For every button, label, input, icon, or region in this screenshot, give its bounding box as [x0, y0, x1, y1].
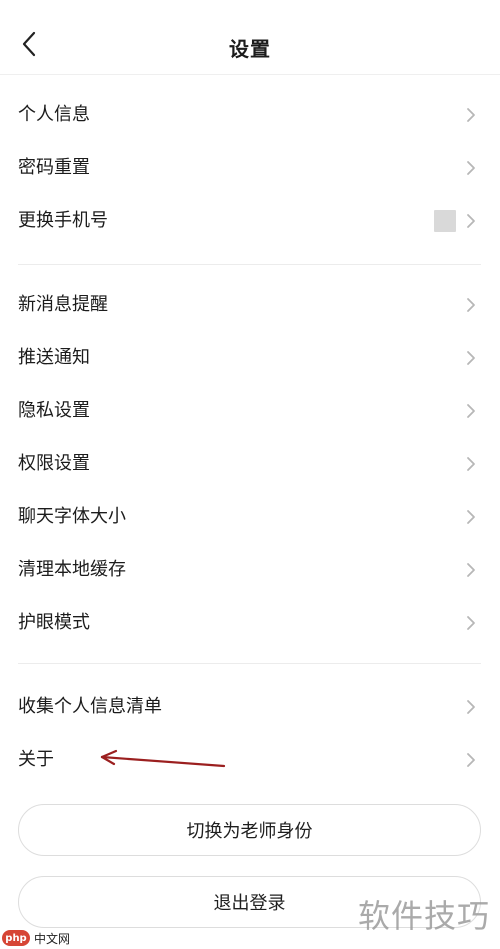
settings-item-label: 更换手机号 [18, 209, 108, 231]
settings-item-label: 推送通知 [18, 346, 90, 368]
php-logo: php [2, 930, 30, 946]
settings-item-privacy[interactable]: 隐私设置 [0, 384, 500, 437]
chevron-right-icon [466, 350, 476, 366]
settings-item-new-message-alert[interactable]: 新消息提醒 [0, 278, 500, 331]
settings-item-password-reset[interactable]: 密码重置 [0, 141, 500, 194]
switch-role-button[interactable]: 切换为老师身份 [18, 804, 481, 856]
settings-item-label: 收集个人信息清单 [18, 695, 162, 717]
chevron-right-icon [466, 509, 476, 525]
placeholder-square [434, 209, 456, 232]
settings-item-label: 关于 [18, 748, 54, 770]
settings-item-label: 护眼模式 [18, 611, 90, 633]
chevron-right-icon [466, 562, 476, 578]
chevron-right-icon [466, 699, 476, 715]
account-settings-section: 个人信息 密码重置 更换手机号 [0, 88, 500, 247]
settings-item-change-phone[interactable]: 更换手机号 [0, 194, 500, 247]
chevron-right-icon [466, 297, 476, 313]
about-section: 收集个人信息清单 关于 [0, 680, 500, 786]
watermark-text: 软件技巧 [357, 897, 490, 935]
chevron-right-icon [466, 752, 476, 768]
chevron-right-icon [466, 615, 476, 631]
settings-item-label: 隐私设置 [18, 399, 90, 421]
settings-item-label: 清理本地缓存 [18, 558, 126, 580]
settings-item-label: 聊天字体大小 [18, 505, 126, 527]
settings-item-label: 新消息提醒 [18, 293, 108, 315]
chevron-right-icon [466, 456, 476, 472]
page-title: 设置 [229, 37, 271, 61]
settings-item-personal-info-list[interactable]: 收集个人信息清单 [0, 680, 500, 733]
settings-item-permissions[interactable]: 权限设置 [0, 437, 500, 490]
settings-item-label: 权限设置 [18, 452, 90, 474]
site-badge-text: 中文网 [34, 931, 71, 946]
settings-item-eye-protection[interactable]: 护眼模式 [0, 596, 500, 649]
chevron-right-icon [466, 107, 476, 123]
preference-settings-section: 新消息提醒 推送通知 隐私设置 权限设置 聊天字体大小 清理本地缓存 护眼模式 [0, 278, 500, 649]
section-divider [18, 264, 481, 265]
settings-item-push-notifications[interactable]: 推送通知 [0, 331, 500, 384]
site-badge: php 中文网 [2, 928, 70, 948]
settings-item-label: 个人信息 [18, 103, 90, 125]
settings-item-clear-cache[interactable]: 清理本地缓存 [0, 543, 500, 596]
settings-item-about[interactable]: 关于 [0, 733, 500, 786]
section-divider [18, 663, 481, 664]
settings-item-label: 密码重置 [18, 156, 90, 178]
chevron-right-icon [466, 160, 476, 176]
chevron-right-icon [466, 213, 476, 229]
top-bar: 设置 [0, 0, 500, 75]
settings-item-chat-font-size[interactable]: 聊天字体大小 [0, 490, 500, 543]
settings-item-personal-info[interactable]: 个人信息 [0, 88, 500, 141]
chevron-right-icon [466, 403, 476, 419]
